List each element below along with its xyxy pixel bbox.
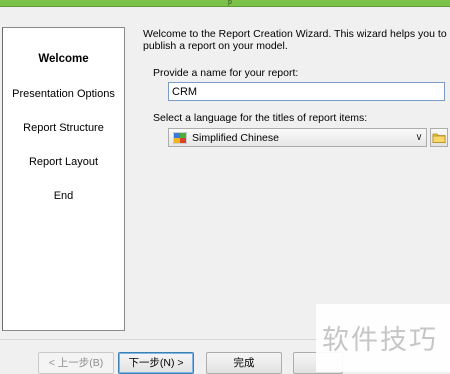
language-flag-icon — [173, 131, 187, 144]
browse-button[interactable] — [430, 128, 448, 147]
back-button[interactable]: < 上一步(B) — [38, 352, 114, 374]
step-report-layout[interactable]: Report Layout — [3, 156, 124, 168]
language-select[interactable]: Simplified Chinese ∨ — [168, 128, 427, 147]
step-end[interactable]: End — [3, 190, 124, 202]
chevron-down-icon: ∨ — [415, 132, 423, 143]
wizard-step-list: Welcome Presentation Options Report Stru… — [2, 27, 125, 331]
language-select-value: Simplified Chinese — [192, 131, 279, 144]
step-report-structure[interactable]: Report Structure — [3, 122, 124, 134]
watermark-text: 软件技巧 — [322, 325, 438, 356]
next-button[interactable]: 下一步(N) > — [118, 352, 194, 374]
folder-icon — [432, 133, 446, 143]
report-name-input[interactable] — [168, 82, 445, 101]
title-glyph: p — [228, 0, 232, 6]
report-name-label: Provide a name for your report: — [153, 67, 299, 79]
intro-text: Welcome to the Report Creation Wizard. T… — [143, 28, 447, 52]
step-welcome[interactable]: Welcome — [3, 53, 124, 65]
finish-button[interactable]: 完成 — [206, 352, 282, 374]
step-presentation-options[interactable]: Presentation Options — [3, 88, 124, 100]
window-title-bar: p — [0, 0, 450, 7]
language-label: Select a language for the titles of repo… — [153, 112, 368, 124]
wizard-content: Welcome to the Report Creation Wizard. T… — [126, 27, 450, 332]
